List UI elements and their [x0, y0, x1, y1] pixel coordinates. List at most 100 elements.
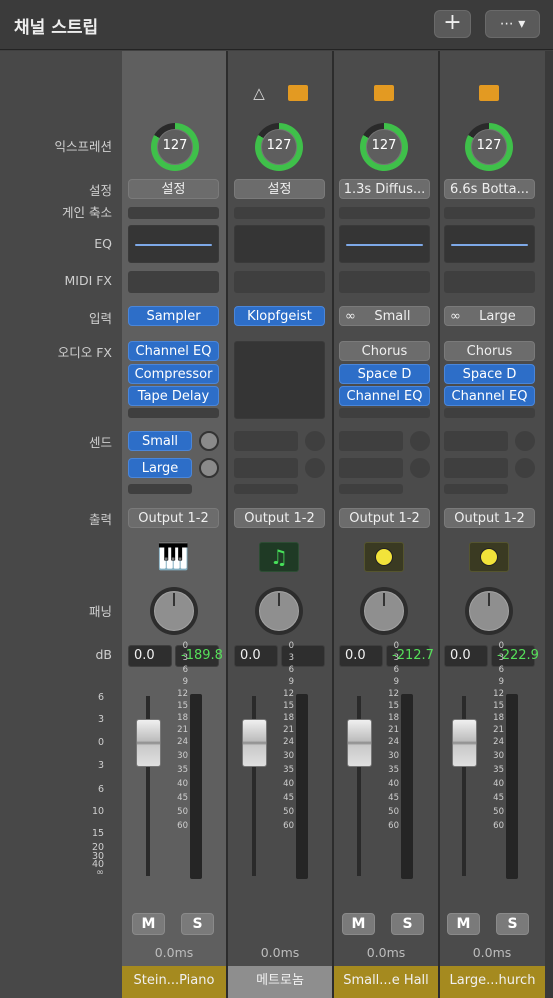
meter-scale-label: 50	[177, 807, 188, 817]
meter-scale-label: 30	[493, 751, 504, 761]
volume-fader[interactable]	[452, 719, 477, 767]
empty-fx-slot[interactable]	[339, 408, 430, 418]
output-slot[interactable]: Output 1-2	[128, 508, 219, 528]
mute-button[interactable]: M	[342, 913, 375, 935]
meter-scale-label: 60	[388, 821, 399, 831]
track-name[interactable]: Small...e Hall	[334, 966, 438, 998]
audio-fx-slot[interactable]: Compressor	[128, 364, 219, 384]
expression-knob[interactable]: 127	[465, 123, 513, 171]
track-name[interactable]: Stein...Piano	[122, 966, 226, 998]
volume-fader[interactable]	[136, 719, 161, 767]
gain-reduction-meter	[444, 207, 535, 219]
send-level-knob[interactable]	[199, 431, 219, 451]
expression-knob[interactable]: 127	[255, 123, 303, 171]
midi-fx-slot[interactable]	[444, 271, 535, 293]
latency-label: 0.0ms	[260, 945, 300, 960]
audio-fx-area[interactable]	[234, 341, 325, 419]
solo-button[interactable]: S	[391, 913, 424, 935]
empty-send-slot[interactable]	[128, 484, 192, 494]
track-name[interactable]: Large...hurch	[440, 966, 545, 998]
pan-knob[interactable]	[150, 587, 198, 635]
empty-send-slot[interactable]	[444, 484, 508, 494]
volume-fader[interactable]	[347, 719, 372, 767]
meter-scale-label: 30	[177, 751, 188, 761]
setting-button[interactable]: 6.6s Botta...	[444, 179, 535, 199]
music-note-icon[interactable]: ♫	[259, 542, 299, 572]
send-level-knob[interactable]	[199, 458, 219, 478]
audio-fx-slot[interactable]: Tape Delay	[128, 386, 219, 406]
midi-fx-slot[interactable]	[339, 271, 430, 293]
audio-fx-slot[interactable]: Channel EQ	[128, 341, 219, 361]
solo-button[interactable]: S	[181, 913, 214, 935]
empty-send-slot[interactable]	[234, 484, 298, 494]
midi-fx-slot[interactable]	[234, 271, 325, 293]
audio-fx-slot[interactable]: Channel EQ	[444, 386, 535, 406]
empty-send-slot[interactable]	[339, 484, 403, 494]
input-slot[interactable]: ∞ Large	[444, 306, 535, 326]
grand-piano-icon[interactable]: 🎹	[157, 541, 189, 573]
meter-scale-label: 3	[288, 653, 294, 663]
empty-send-slot[interactable]	[444, 431, 508, 451]
track-name[interactable]: 메트로놈	[228, 966, 332, 998]
pan-knob[interactable]	[360, 587, 408, 635]
label-sends: 센드	[88, 435, 112, 450]
add-button[interactable]: +	[434, 10, 471, 38]
volume-value[interactable]: 0.0	[444, 645, 488, 667]
send-slot-large[interactable]: Large	[128, 458, 192, 478]
meter-scale-label: 6	[182, 665, 188, 675]
eq-thumbnail[interactable]	[339, 225, 430, 263]
level-meter	[190, 694, 202, 879]
empty-fx-slot[interactable]	[128, 408, 219, 418]
setting-button[interactable]: 설정	[234, 179, 325, 199]
audio-fx-slot[interactable]: Space D	[339, 364, 430, 384]
folder-icon[interactable]	[288, 85, 308, 101]
more-options-button[interactable]: ⋯ ▾	[485, 10, 540, 38]
meter-scale-label: 50	[388, 807, 399, 817]
input-slot[interactable]: ∞ Small	[339, 306, 430, 326]
input-slot[interactable]: Klopfgeist	[234, 306, 325, 326]
meter-scale-label: 6	[498, 665, 504, 675]
send-slot-small[interactable]: Small	[128, 431, 192, 451]
volume-value[interactable]: 0.0	[234, 645, 278, 667]
setting-button[interactable]: 설정	[128, 179, 219, 199]
eq-thumbnail[interactable]	[128, 225, 219, 263]
empty-send-slot[interactable]	[234, 458, 298, 478]
empty-send-slot[interactable]	[339, 431, 403, 451]
aux-meter-icon[interactable]	[364, 542, 404, 572]
expression-knob[interactable]: 127	[151, 123, 199, 171]
channel-strip-metronome: △ 127 설정 Klopfgeist Output 1-2 ♫ 0.0 0.0…	[228, 51, 332, 998]
scrollbar[interactable]	[545, 51, 553, 998]
eq-thumbnail[interactable]	[234, 225, 325, 263]
output-slot[interactable]: Output 1-2	[339, 508, 430, 528]
folder-icon[interactable]	[374, 85, 394, 101]
label-setting: 설정	[88, 183, 112, 198]
midi-fx-slot[interactable]	[128, 271, 219, 293]
volume-value[interactable]: 0.0	[128, 645, 172, 667]
empty-send-slot[interactable]	[234, 431, 298, 451]
expression-knob[interactable]: 127	[360, 123, 408, 171]
empty-send-slot[interactable]	[339, 458, 403, 478]
meter-scale-label: 24	[388, 737, 399, 747]
audio-fx-slot[interactable]: Chorus	[339, 341, 430, 361]
output-slot[interactable]: Output 1-2	[444, 508, 535, 528]
mute-button[interactable]: M	[132, 913, 165, 935]
output-slot[interactable]: Output 1-2	[234, 508, 325, 528]
empty-fx-slot[interactable]	[444, 408, 535, 418]
meter-scale-label: 35	[283, 765, 294, 775]
metronome-icon[interactable]: △	[250, 84, 268, 102]
eq-thumbnail[interactable]	[444, 225, 535, 263]
empty-send-slot[interactable]	[444, 458, 508, 478]
aux-meter-icon[interactable]	[469, 542, 509, 572]
pan-knob[interactable]	[255, 587, 303, 635]
mute-button[interactable]: M	[447, 913, 480, 935]
audio-fx-slot[interactable]: Chorus	[444, 341, 535, 361]
input-slot[interactable]: Sampler	[128, 306, 219, 326]
volume-value[interactable]: 0.0	[339, 645, 383, 667]
solo-button[interactable]: S	[496, 913, 529, 935]
audio-fx-slot[interactable]: Space D	[444, 364, 535, 384]
audio-fx-slot[interactable]: Channel EQ	[339, 386, 430, 406]
pan-knob[interactable]	[465, 587, 513, 635]
volume-fader[interactable]	[242, 719, 267, 767]
setting-button[interactable]: 1.3s Diffus...	[339, 179, 430, 199]
folder-icon[interactable]	[479, 85, 499, 101]
